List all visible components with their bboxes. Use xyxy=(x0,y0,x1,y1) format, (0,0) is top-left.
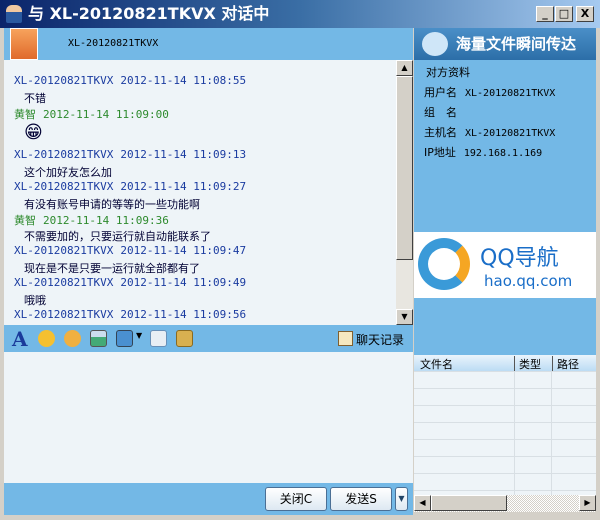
hscroll-thumb[interactable] xyxy=(431,495,507,511)
qq-nav-logo-icon xyxy=(418,238,470,290)
message-time: 2012-11-14 11:09:13 xyxy=(120,148,247,161)
info-value: XL-20120821TKVX xyxy=(465,88,556,99)
send-options-button[interactable]: ▼ xyxy=(395,487,408,511)
message-header: 黄智 2012-11-14 11:09:00 xyxy=(14,106,169,122)
message-time: 2012-11-14 11:09:00 xyxy=(43,108,169,121)
banner-text: 海量文件瞬间传达 xyxy=(456,35,577,53)
message-header: XL-20120821TKVX 2012-11-14 11:09:47 xyxy=(14,244,246,257)
message-sender: XL-20120821TKVX xyxy=(14,148,114,161)
banner[interactable]: 海量文件瞬间传达 xyxy=(414,28,596,60)
message-text: 有没有账号申请的等等的一些功能啊 xyxy=(24,198,200,211)
side-panel: 海量文件瞬间传达 对方资料 用户名 XL-20120821TKVX 组 名主机名 XL… xyxy=(414,28,596,515)
info-row: 用户名 XL-20120821TKVX xyxy=(424,84,555,100)
scroll-left-button[interactable]: ◀ xyxy=(414,495,431,511)
message-sender: 黄智 xyxy=(14,108,36,121)
message-time: 2012-11-14 11:09:27 xyxy=(120,180,247,193)
title-bar: 与 XL-20120821TKVX 对话中 xyxy=(0,0,600,28)
message-header: XL-20120821TKVX 2012-11-14 11:09:49 xyxy=(14,276,246,289)
screenshot-icon[interactable] xyxy=(116,330,133,347)
send-folder-icon[interactable] xyxy=(176,330,193,347)
message-sender: XL-20120821TKVX xyxy=(14,244,114,257)
message-time: 2012-11-14 11:09:49 xyxy=(120,276,247,289)
message-header: XL-20120821TKVX 2012-11-14 11:09:27 xyxy=(14,180,246,193)
chat-history-button[interactable]: 聊天记录 xyxy=(356,331,404,348)
message-time: 2012-11-14 11:09:56 xyxy=(120,308,247,321)
ad-url: hao.qq.com xyxy=(484,272,573,290)
message-text: 这个加好友怎么加 xyxy=(24,166,112,179)
message-sender: XL-20120821TKVX xyxy=(14,74,114,87)
avatar[interactable] xyxy=(10,28,38,60)
message-header: 黄智 2012-11-14 11:09:36 xyxy=(14,212,169,228)
message-header: XL-20120821TKVX 2012-11-14 11:08:55 xyxy=(14,74,246,87)
bottom-bar: 关闭C 发送S ▼ xyxy=(4,483,413,515)
chat-history: XL-20120821TKVX 2012-11-14 11:08:55 不错黄智 20… xyxy=(4,60,396,325)
info-title: 对方资料 xyxy=(426,66,470,79)
message-input[interactable] xyxy=(4,352,413,483)
column-filename[interactable]: 文件名 xyxy=(420,356,453,372)
info-row: 主机名 XL-20120821TKVX xyxy=(424,124,555,140)
message-sender: XL-20120821TKVX xyxy=(14,180,114,193)
font-icon[interactable]: A xyxy=(12,327,28,351)
close-window-button[interactable]: X xyxy=(576,6,594,22)
screenshot-dropdown-icon[interactable]: ▼ xyxy=(136,331,142,340)
message-text: 不错 xyxy=(24,92,46,105)
message-time: 2012-11-14 11:09:47 xyxy=(120,244,247,257)
ad-title: QQ导航 xyxy=(480,246,559,271)
message-text: 😁 xyxy=(24,122,43,143)
scroll-down-button[interactable]: ▼ xyxy=(396,309,413,325)
info-label: 用户名 xyxy=(424,86,457,99)
file-list-header: 文件名 类型 路径 xyxy=(414,355,596,372)
info-label: 组 名 xyxy=(424,106,457,119)
message-header: XL-20120821TKVX 2012-11-14 11:09:56 xyxy=(14,308,246,321)
shake-icon[interactable] xyxy=(64,330,81,347)
info-row: 组 名 xyxy=(424,104,465,120)
message-text: 哦哦 xyxy=(24,294,46,307)
logo-icon xyxy=(422,32,448,56)
message-text: 不需要加的，只要运行就自动能联系了 xyxy=(24,230,211,243)
message-text: 现在是不是只要一运行就全部都有了 xyxy=(24,262,200,275)
chat-scrollbar[interactable]: ▲ ▼ xyxy=(396,60,413,325)
column-path[interactable]: 路径 xyxy=(552,356,579,372)
image-icon[interactable] xyxy=(90,330,107,347)
contact-info: 对方资料 用户名 XL-20120821TKVX 组 名主机名 XL-20120821… xyxy=(414,60,596,355)
file-list[interactable] xyxy=(414,371,596,495)
info-label: 主机名 xyxy=(424,126,457,139)
info-label: IP地址 xyxy=(424,146,456,159)
info-value: XL-20120821TKVX xyxy=(465,128,556,139)
message-sender: XL-20120821TKVX xyxy=(14,276,114,289)
message-header: XL-20120821TKVX 2012-11-14 11:09:13 xyxy=(14,148,246,161)
info-value: 192.168.1.169 xyxy=(463,148,543,159)
scroll-right-button[interactable]: ▶ xyxy=(579,495,596,511)
send-button[interactable]: 发送S xyxy=(330,487,392,511)
message-sender: XL-20120821TKVX xyxy=(14,308,114,321)
message-time: 2012-11-14 11:09:36 xyxy=(43,214,169,227)
user-icon xyxy=(6,5,22,23)
minimize-button[interactable]: _ xyxy=(536,6,554,22)
maximize-button[interactable]: □ xyxy=(555,6,573,22)
close-button[interactable]: 关闭C xyxy=(265,487,327,511)
qq-nav-ad[interactable]: QQ导航 hao.qq.com xyxy=(414,232,596,298)
scroll-thumb[interactable] xyxy=(396,76,413,260)
send-file-icon[interactable] xyxy=(150,330,167,347)
emoji-icon[interactable] xyxy=(38,330,55,347)
message-time: 2012-11-14 11:08:55 xyxy=(120,74,247,87)
input-toolbar: A ▼ 聊天记录 xyxy=(4,325,413,352)
file-list-scrollbar[interactable]: ◀ ▶ xyxy=(414,495,596,512)
chat-panel: XL-20120821TKVX XL-20120821TKVX 2012-11-1… xyxy=(4,28,413,515)
info-row: IP地址 192.168.1.169 xyxy=(424,144,542,160)
message-sender: 黄智 xyxy=(14,214,36,227)
history-icon[interactable] xyxy=(338,331,353,346)
column-type[interactable]: 类型 xyxy=(514,356,541,372)
chat-header: XL-20120821TKVX xyxy=(4,28,413,60)
window-title: 与 XL-20120821TKVX 对话中 xyxy=(28,4,270,23)
contact-name: XL-20120821TKVX xyxy=(68,38,159,49)
scroll-up-button[interactable]: ▲ xyxy=(396,60,413,76)
